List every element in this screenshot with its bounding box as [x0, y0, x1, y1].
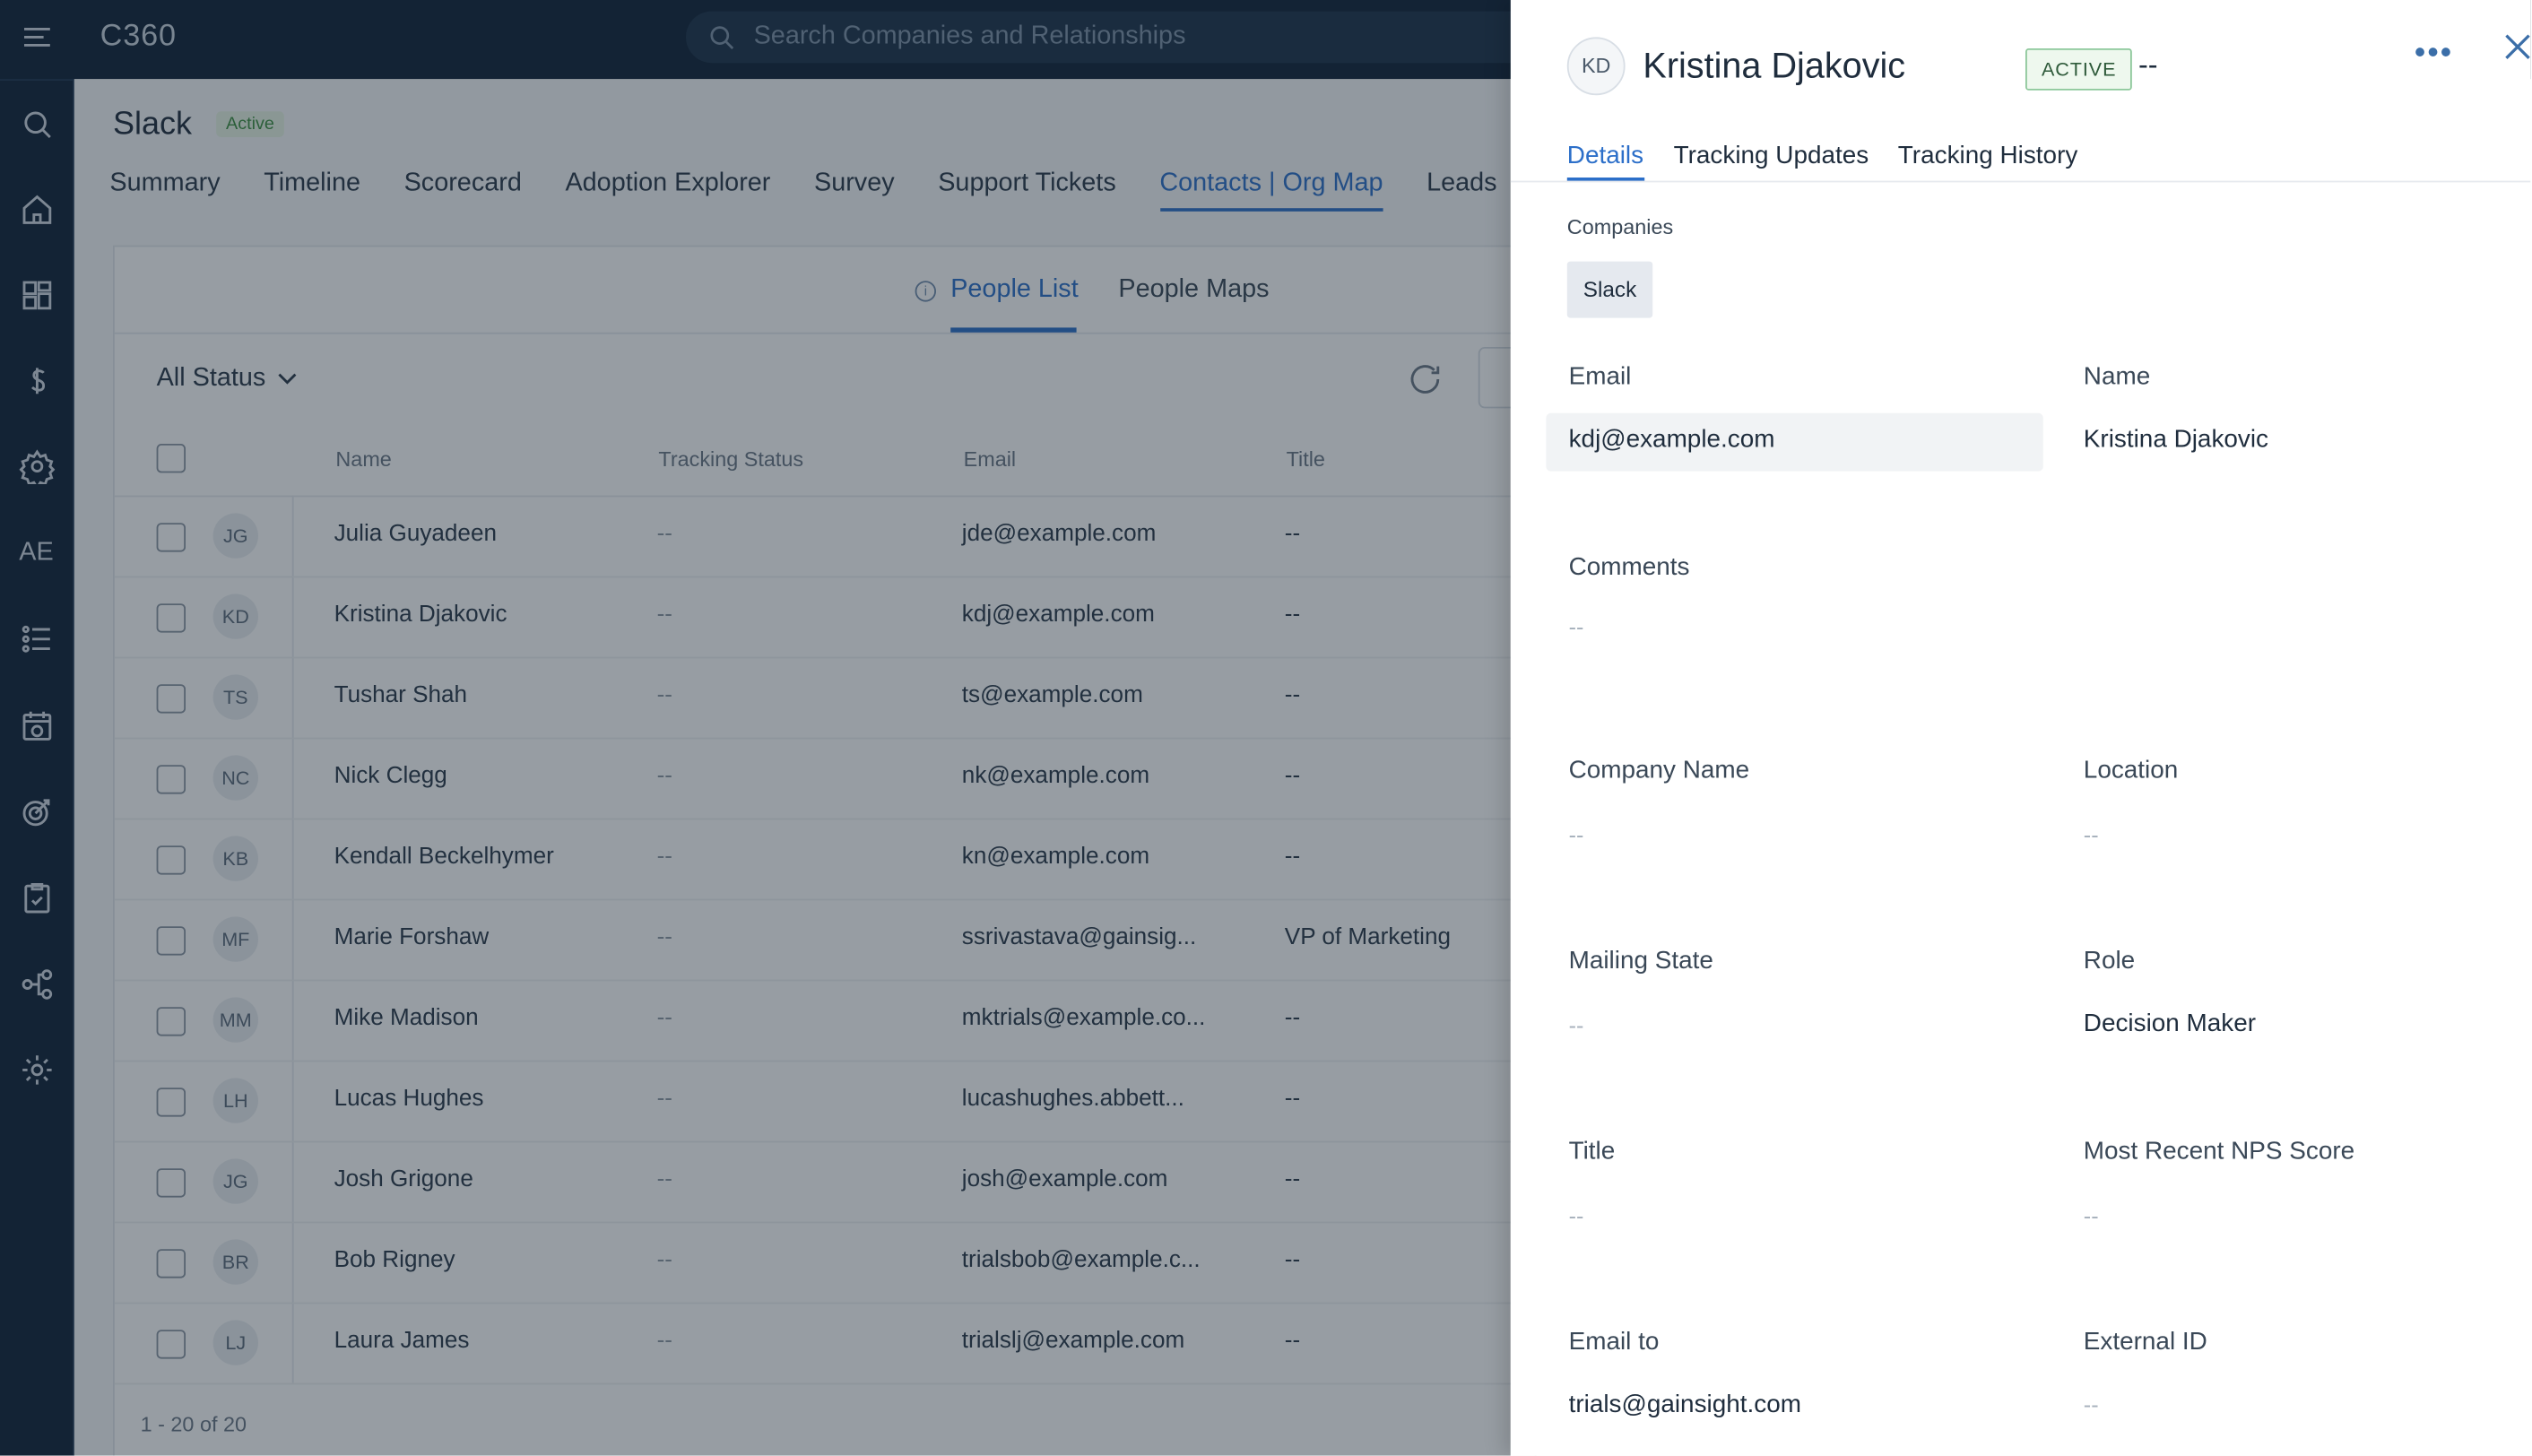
tab-tracking-history[interactable]: Tracking History — [1898, 142, 2078, 170]
nps-value[interactable]: -- — [2084, 1202, 2099, 1228]
active-tab-indicator — [1566, 178, 1645, 181]
external-id-label: External ID — [2083, 1328, 2207, 1356]
more-options-icon[interactable]: ••• — [2415, 36, 2453, 73]
mailing-state-value[interactable]: -- — [1569, 1012, 1584, 1038]
comments-label: Comments — [1568, 553, 1690, 581]
contact-detail-drawer: KD Kristina Djakovic ACTIVE -- ••• Detai… — [1510, 0, 2531, 1456]
location-value[interactable]: -- — [2084, 821, 2099, 847]
tab-tracking-updates[interactable]: Tracking Updates — [1674, 142, 1869, 170]
company-name-value[interactable]: -- — [1569, 821, 1584, 847]
name-value[interactable]: Kristina Djakovic — [2084, 426, 2268, 455]
location-label: Location — [2083, 757, 2179, 784]
canvas: AE C360 Slack Active Summary — [0, 0, 2531, 1456]
drawer-tabs: Details Tracking Updates Tracking Histor… — [1510, 137, 2531, 183]
role-value[interactable]: Decision Maker — [2084, 1010, 2256, 1039]
status-badge: ACTIVE — [2025, 48, 2133, 91]
contact-name: Kristina Djakovic — [1643, 45, 1906, 86]
comments-value[interactable]: -- — [1569, 613, 1584, 639]
external-id-value[interactable]: -- — [2084, 1391, 2099, 1417]
companies-label: Companies — [1566, 214, 1674, 239]
mailing-state-label: Mailing State — [1568, 947, 1713, 975]
email-value[interactable]: kdj@example.com — [1569, 426, 1775, 455]
avatar: KD — [1566, 37, 1626, 96]
title-value[interactable]: -- — [1569, 1202, 1584, 1228]
status-suffix: -- — [2138, 48, 2158, 81]
name-label: Name — [2083, 363, 2151, 391]
title-label: Title — [1568, 1138, 1616, 1166]
company-name-label: Company Name — [1568, 757, 1750, 784]
tab-details[interactable]: Details — [1567, 142, 1643, 170]
modal-overlay[interactable] — [0, 0, 1511, 1456]
page: AE C360 Slack Active Summary — [0, 0, 2532, 1456]
close-icon[interactable] — [2502, 30, 2530, 63]
email-label: Email — [1568, 363, 1632, 391]
company-chip[interactable]: Slack — [1566, 261, 1653, 318]
nps-label: Most Recent NPS Score — [2083, 1138, 2355, 1166]
email-to-value[interactable]: trials@gainsight.com — [1569, 1391, 1801, 1420]
email-to-label: Email to — [1568, 1328, 1660, 1356]
role-label: Role — [2083, 947, 2136, 975]
